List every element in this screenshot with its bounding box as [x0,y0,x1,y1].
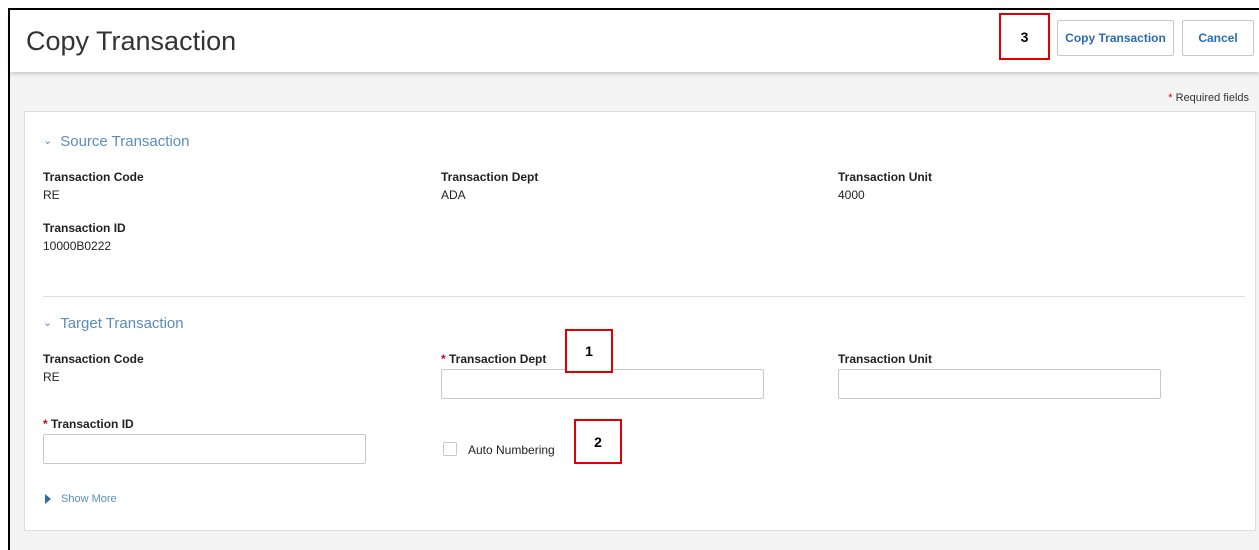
target-section-toggle[interactable]: ⌄ Target Transaction [43,315,184,332]
section-divider [43,296,1245,297]
required-fields-note: * Required fields [1168,92,1249,104]
callout-2: 2 [574,419,622,464]
required-star: * [1168,92,1173,104]
chevron-down-icon: ⌄ [43,317,53,329]
source-unit-value: 4000 [838,188,865,202]
source-id-label: Transaction ID [43,221,126,235]
target-id-label-text: Transaction ID [51,417,134,431]
source-dept-value: ADA [441,188,466,202]
copy-form-card: ⌄ Source Transaction Transaction Code RE… [24,111,1256,531]
target-unit-label: Transaction Unit [838,352,933,366]
target-section-title: Target Transaction [60,315,184,332]
page-header: Copy Transaction 3 Copy Transaction Canc… [10,10,1259,72]
callout-3: 3 [999,13,1050,60]
target-code-label: Transaction Code [43,352,144,366]
source-section-toggle[interactable]: ⌄ Source Transaction [43,133,189,150]
target-code-value: RE [43,370,60,384]
target-id-label: * Transaction ID [43,417,134,431]
show-more-toggle[interactable]: Show More [45,493,117,505]
auto-numbering-checkbox[interactable] [443,442,457,456]
source-code-value: RE [43,188,60,202]
source-id-value: 10000B0222 [43,239,112,253]
auto-numbering-label: Auto Numbering [468,443,555,457]
source-section-title: Source Transaction [60,133,190,150]
show-more-label: Show More [61,493,117,505]
page-title: Copy Transaction [26,26,237,56]
chevron-down-icon: ⌄ [43,135,53,147]
copy-transaction-button[interactable]: Copy Transaction [1057,20,1174,56]
caret-right-icon [45,494,51,504]
callout-1: 1 [565,329,613,373]
required-fields-text: Required fields [1175,92,1249,104]
cancel-button[interactable]: Cancel [1182,20,1254,56]
source-unit-label: Transaction Unit [838,170,933,184]
app-window: Copy Transaction 3 Copy Transaction Canc… [8,8,1259,550]
target-dept-label-text: Transaction Dept [449,352,547,366]
source-code-label: Transaction Code [43,170,144,184]
target-dept-label: * Transaction Dept [441,352,546,366]
source-dept-label: Transaction Dept [441,170,539,184]
required-star: * [441,352,446,366]
transaction-id-input[interactable] [43,434,366,464]
required-star: * [43,417,48,431]
transaction-unit-input[interactable] [838,369,1161,399]
transaction-dept-input[interactable] [441,369,764,399]
